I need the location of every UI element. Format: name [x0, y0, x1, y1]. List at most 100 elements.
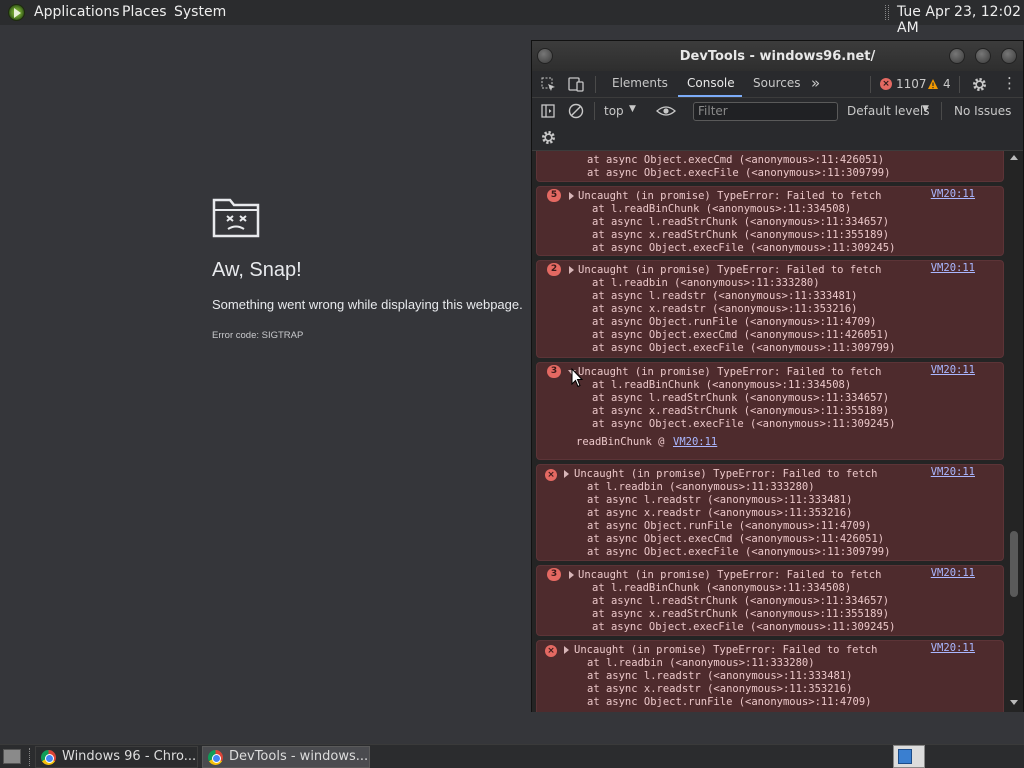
console-error-message[interactable]: 3 Uncaught (in promise) TypeError: Faile… — [536, 565, 1004, 636]
stack-line: at async Object.execFile (<anonymous>:11… — [592, 242, 896, 254]
stack-line: at l.readbin (<anonymous>:11:333280) — [587, 657, 815, 669]
console-toolbar: top ▼ Filter Default levels ▼ No Issues — [532, 98, 1023, 151]
stack-line: at async l.readstr (<anonymous>:11:33348… — [587, 494, 853, 506]
places-menu[interactable]: Places — [122, 4, 167, 20]
stack-line: at async l.readStrChunk (<anonymous>:11:… — [592, 392, 890, 404]
source-link[interactable]: VM20:11 — [931, 642, 975, 655]
device-toolbar-icon[interactable] — [568, 77, 585, 92]
repeat-count-badge: 3 — [547, 568, 561, 581]
source-link[interactable]: VM20:11 — [931, 188, 975, 201]
source-link[interactable]: VM20:11 — [931, 466, 975, 479]
toolbar-divider — [959, 76, 960, 93]
tab-elements[interactable]: Elements — [612, 76, 668, 90]
more-tabs-icon[interactable]: » — [811, 74, 820, 92]
panel-separator[interactable] — [885, 5, 889, 20]
applications-menu[interactable]: Applications — [34, 4, 120, 20]
log-levels-dropdown[interactable]: Default levels — [847, 104, 929, 118]
console-error-message[interactable]: 3 Uncaught (in promise) TypeError: Faile… — [536, 362, 1004, 460]
stack-line: at async x.readstr (<anonymous>:11:35321… — [587, 683, 853, 695]
chevron-down-icon[interactable]: ▼ — [922, 104, 929, 114]
stack-line: at async Object.execFile (<anonymous>:11… — [587, 546, 891, 558]
devtools-titlebar[interactable]: DevTools - windows96.net/ — [532, 41, 1023, 71]
source-link[interactable]: VM20:11 — [931, 567, 975, 580]
error-header: Uncaught (in promise) TypeError: Failed … — [578, 366, 882, 378]
error-count-icon[interactable]: × — [880, 78, 892, 90]
inspect-element-icon[interactable] — [541, 77, 556, 92]
stack-line: at l.readbin (<anonymous>:11:333280) — [592, 277, 820, 289]
chrome-icon — [41, 750, 56, 765]
console-output[interactable]: at async Object.execCmd (<anonymous>:11:… — [532, 151, 1023, 712]
active-tab-indicator — [678, 95, 742, 97]
tab-console[interactable]: Console — [687, 76, 735, 90]
sidebar-toggle-icon[interactable] — [541, 104, 555, 118]
clear-console-icon[interactable] — [568, 103, 584, 119]
stack-line: at async x.readStrChunk (<anonymous>:11:… — [592, 405, 890, 417]
console-settings-gear-icon[interactable] — [541, 130, 556, 145]
toolbar-divider — [594, 102, 595, 120]
issues-counter[interactable]: No Issues — [954, 104, 1011, 118]
system-menu[interactable]: System — [174, 4, 226, 20]
stack-frame-link[interactable]: VM20:11 — [673, 436, 717, 449]
tab-sources[interactable]: Sources — [753, 76, 800, 90]
workspace-window-thumb — [898, 749, 912, 764]
console-error-message[interactable]: × Uncaught (in promise) TypeError: Faile… — [536, 640, 1004, 712]
scroll-up-icon[interactable] — [1010, 155, 1018, 160]
console-scrollbar[interactable] — [1005, 151, 1023, 712]
close-button[interactable] — [1001, 48, 1017, 64]
more-options-icon[interactable]: ⋮ — [1002, 74, 1017, 92]
chevron-down-icon[interactable]: ▼ — [629, 104, 636, 114]
task-label: DevTools - windows... — [229, 749, 369, 764]
console-error-message[interactable]: 2 Uncaught (in promise) TypeError: Faile… — [536, 260, 1004, 358]
stack-line: at async Object.execFile (<anonymous>:11… — [592, 621, 896, 633]
warning-icon[interactable] — [927, 78, 939, 90]
stack-line: at async Object.execFile (<anonymous>:11… — [587, 167, 891, 179]
workspace-switcher[interactable] — [893, 745, 925, 768]
console-error-message[interactable]: × Uncaught (in promise) TypeError: Faile… — [536, 464, 1004, 561]
console-error-message[interactable]: 5 Uncaught (in promise) TypeError: Faile… — [536, 186, 1004, 256]
expand-triangle-icon[interactable] — [564, 646, 569, 654]
expand-triangle-icon[interactable] — [569, 266, 574, 274]
sad-folder-icon — [212, 198, 260, 238]
taskbar: Windows 96 - Chro... DevTools - windows.… — [0, 744, 1024, 768]
stack-line: at async Object.execCmd (<anonymous>:11:… — [587, 533, 885, 545]
devtools-window: DevTools - windows96.net/ Elements Conso… — [531, 40, 1024, 712]
scroll-thumb[interactable] — [1010, 531, 1018, 597]
console-error-message[interactable]: at async Object.execCmd (<anonymous>:11:… — [536, 151, 1004, 182]
stack-line: at async l.readstr (<anonymous>:11:33348… — [592, 290, 858, 302]
taskbar-task-chrome[interactable]: Windows 96 - Chro... — [35, 746, 198, 768]
toolbar-divider — [870, 76, 871, 93]
settings-gear-icon[interactable] — [972, 77, 987, 92]
devtools-main-toolbar: Elements Console Sources » × 1107 4 ⋮ — [532, 71, 1023, 98]
expand-triangle-icon[interactable] — [569, 571, 574, 579]
warning-count[interactable]: 4 — [943, 77, 951, 91]
taskbar-task-devtools[interactable]: DevTools - windows... — [202, 746, 370, 768]
maximize-button[interactable] — [975, 48, 991, 64]
distro-logo-icon[interactable] — [8, 4, 25, 21]
scroll-down-icon[interactable] — [1010, 700, 1018, 705]
show-desktop-icon[interactable] — [3, 749, 21, 764]
context-selector[interactable]: top — [604, 104, 624, 118]
mouse-cursor-icon — [571, 368, 583, 388]
clock[interactable]: Tue Apr 23, 12:02 AM — [897, 4, 1024, 36]
stack-line: at async Object.runFile (<anonymous>:11:… — [587, 696, 872, 708]
error-count[interactable]: 1107 — [896, 77, 927, 91]
stack-line: at l.readBinChunk (<anonymous>:11:334508… — [592, 582, 852, 594]
live-expression-eye-icon[interactable] — [656, 104, 676, 118]
error-header: Uncaught (in promise) TypeError: Failed … — [578, 264, 882, 276]
error-icon: × — [545, 469, 557, 481]
stack-line: at async Object.execFile (<anonymous>:11… — [592, 342, 896, 354]
expand-triangle-icon[interactable] — [564, 470, 569, 478]
repeat-count-badge: 2 — [547, 263, 561, 276]
expand-triangle-icon[interactable] — [569, 192, 574, 200]
stack-line: at async x.readstr (<anonymous>:11:35321… — [587, 507, 853, 519]
error-header: Uncaught (in promise) TypeError: Failed … — [578, 569, 882, 581]
minimize-button[interactable] — [949, 48, 965, 64]
stack-frame-function: readBinChunk @ — [576, 436, 665, 448]
source-link[interactable]: VM20:11 — [931, 364, 975, 377]
source-link[interactable]: VM20:11 — [931, 262, 975, 275]
stack-line: at async l.readStrChunk (<anonymous>:11:… — [592, 595, 890, 607]
filter-input[interactable]: Filter — [693, 102, 838, 121]
chrome-icon — [208, 750, 223, 765]
crash-title: Aw, Snap! — [212, 259, 302, 281]
repeat-count-badge: 3 — [547, 365, 561, 378]
